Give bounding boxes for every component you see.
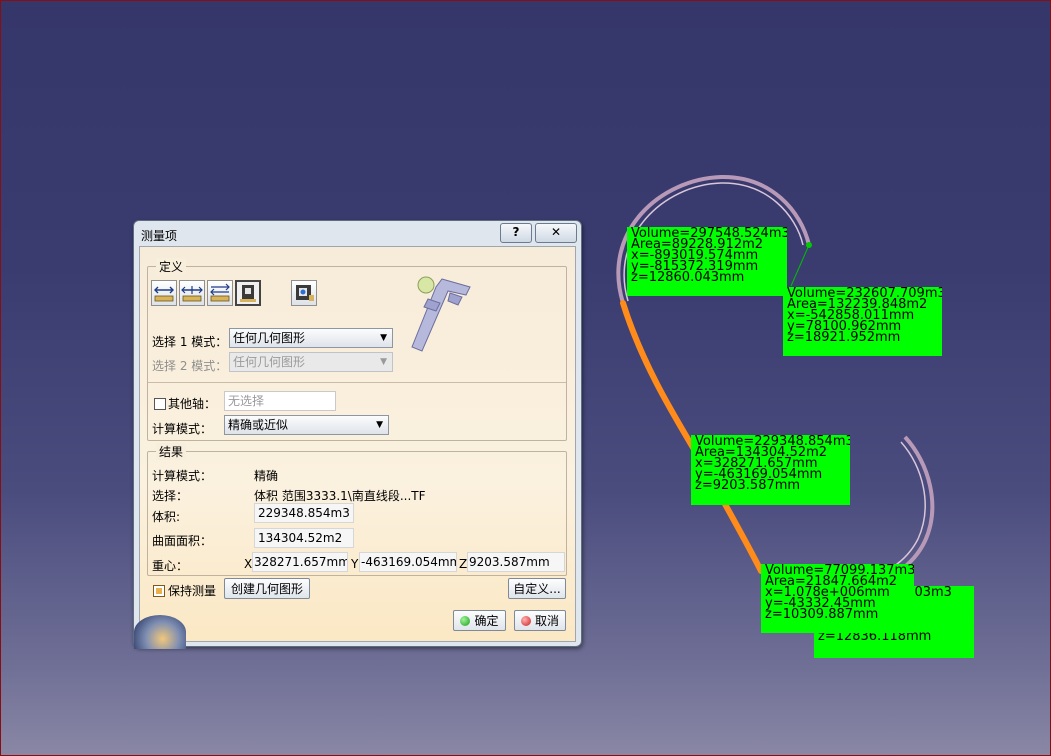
- measure-item-dialog: 测量项 ? ✕ 定义 选择 1 模式： 任何几何图形 ▼ 选择 2 模式： 任何…: [133, 220, 582, 649]
- chevron-down-icon: ▼: [380, 357, 387, 367]
- result-area-label: 曲面面积：: [152, 534, 213, 548]
- keep-measure-label: 保持测量: [168, 584, 217, 598]
- chevron-down-icon: ▼: [380, 333, 387, 343]
- calc-mode-label: 计算模式：: [152, 422, 213, 436]
- close-button[interactable]: ✕: [535, 223, 577, 243]
- result-selection-label: 选择：: [152, 489, 189, 503]
- cancel-red-icon: [520, 616, 531, 626]
- selection1-mode-value: 任何几何图形: [233, 331, 306, 345]
- ok-green-icon: [460, 616, 471, 626]
- calc-mode-select[interactable]: 精确或近似 ▼: [224, 415, 389, 435]
- create-geometry-button[interactable]: 创建几何图形: [224, 578, 310, 599]
- measure-fan-tool[interactable]: [207, 280, 233, 306]
- results-group: 结果 计算模式： 精确 选择： 体积 范围3333.1\南直线段...TF 体积…: [147, 443, 567, 576]
- help-button[interactable]: ?: [500, 223, 532, 243]
- caliper-icon: [411, 276, 471, 352]
- result-z-label: Z: [459, 557, 468, 571]
- globe-decoration-icon: [134, 615, 186, 649]
- result-calc-mode-value: 精确: [254, 469, 279, 483]
- selection1-mode-label: 选择 1 模式：: [152, 335, 228, 349]
- selection2-mode-value: 任何几何图形: [233, 355, 306, 369]
- result-y-label: Y: [351, 557, 359, 571]
- ok-button[interactable]: 确定: [453, 610, 506, 631]
- measure-item-icon: [240, 285, 256, 302]
- measure-between-icon: [154, 286, 174, 302]
- other-axis-checkbox[interactable]: [154, 398, 166, 410]
- result-y-field[interactable]: -463169.054mm: [359, 552, 457, 572]
- definition-group-title: 定义: [156, 258, 187, 275]
- measure-label-2[interactable]: Volume=232607.709m3 Area=132239.848m2 x=…: [783, 287, 942, 356]
- result-volume-field[interactable]: 229348.854m3: [254, 503, 354, 523]
- result-x-field[interactable]: 328271.657mm: [252, 552, 348, 572]
- other-axis-field[interactable]: 无选择: [224, 391, 336, 411]
- measure-between-tool[interactable]: [151, 280, 177, 306]
- cancel-button[interactable]: 取消: [514, 610, 566, 631]
- customize-button[interactable]: 自定义...: [508, 578, 566, 599]
- ok-label: 确定: [474, 614, 499, 628]
- other-axis-label: 其他轴：: [168, 397, 217, 411]
- result-x-label: X: [244, 557, 253, 571]
- result-z-field[interactable]: 9203.587mm: [467, 552, 565, 572]
- measure-label-1[interactable]: Volume=297548.524m3 Area=89228.912m2 x=-…: [627, 227, 787, 296]
- definition-group: 定义 选择 1 模式： 任何几何图形 ▼ 选择 2 模式： 任何几何图形 ▼ 其…: [147, 258, 567, 441]
- result-calc-mode-label: 计算模式：: [152, 469, 213, 483]
- result-area-field[interactable]: 134304.52m2: [254, 528, 354, 548]
- measure-in-chain-icon: [181, 286, 203, 302]
- measure-item-tool[interactable]: [235, 280, 261, 306]
- measure-thickness-tool[interactable]: [291, 280, 317, 306]
- dialog-title: 测量项: [141, 229, 178, 243]
- measure-fan-icon: [210, 283, 230, 302]
- measure-in-chain-tool[interactable]: [179, 280, 205, 306]
- result-selection-value: 体积 范围3333.1\南直线段...TF: [254, 489, 426, 503]
- selection2-mode-select[interactable]: 任何几何图形 ▼: [229, 352, 393, 372]
- calc-mode-value: 精确或近似: [228, 418, 289, 432]
- arc-endpoint: [806, 242, 812, 248]
- dialog-body: 定义 选择 1 模式： 任何几何图形 ▼ 选择 2 模式： 任何几何图形 ▼ 其…: [134, 246, 576, 649]
- definition-divider: [148, 382, 566, 383]
- result-volume-label: 体积:: [152, 510, 181, 524]
- measure-label-4[interactable]: Volume=77099.137m3 Area=21847.664m2 x=1.…: [761, 564, 914, 633]
- chevron-down-icon: ▼: [376, 420, 383, 430]
- keep-measure-checkbox[interactable]: [153, 585, 165, 597]
- selection2-mode-label: 选择 2 模式：: [152, 359, 228, 373]
- cancel-label: 取消: [534, 614, 559, 628]
- arc-curve-leader: [790, 244, 810, 287]
- selection1-mode-select[interactable]: 任何几何图形 ▼: [229, 328, 393, 348]
- result-cog-label: 重心：: [152, 559, 189, 573]
- results-group-title: 结果: [156, 443, 187, 460]
- measure-label-3[interactable]: Volume=229348.854m3 Area=134304.52m2 x=3…: [691, 435, 850, 505]
- measure-thickness-icon: [296, 285, 314, 301]
